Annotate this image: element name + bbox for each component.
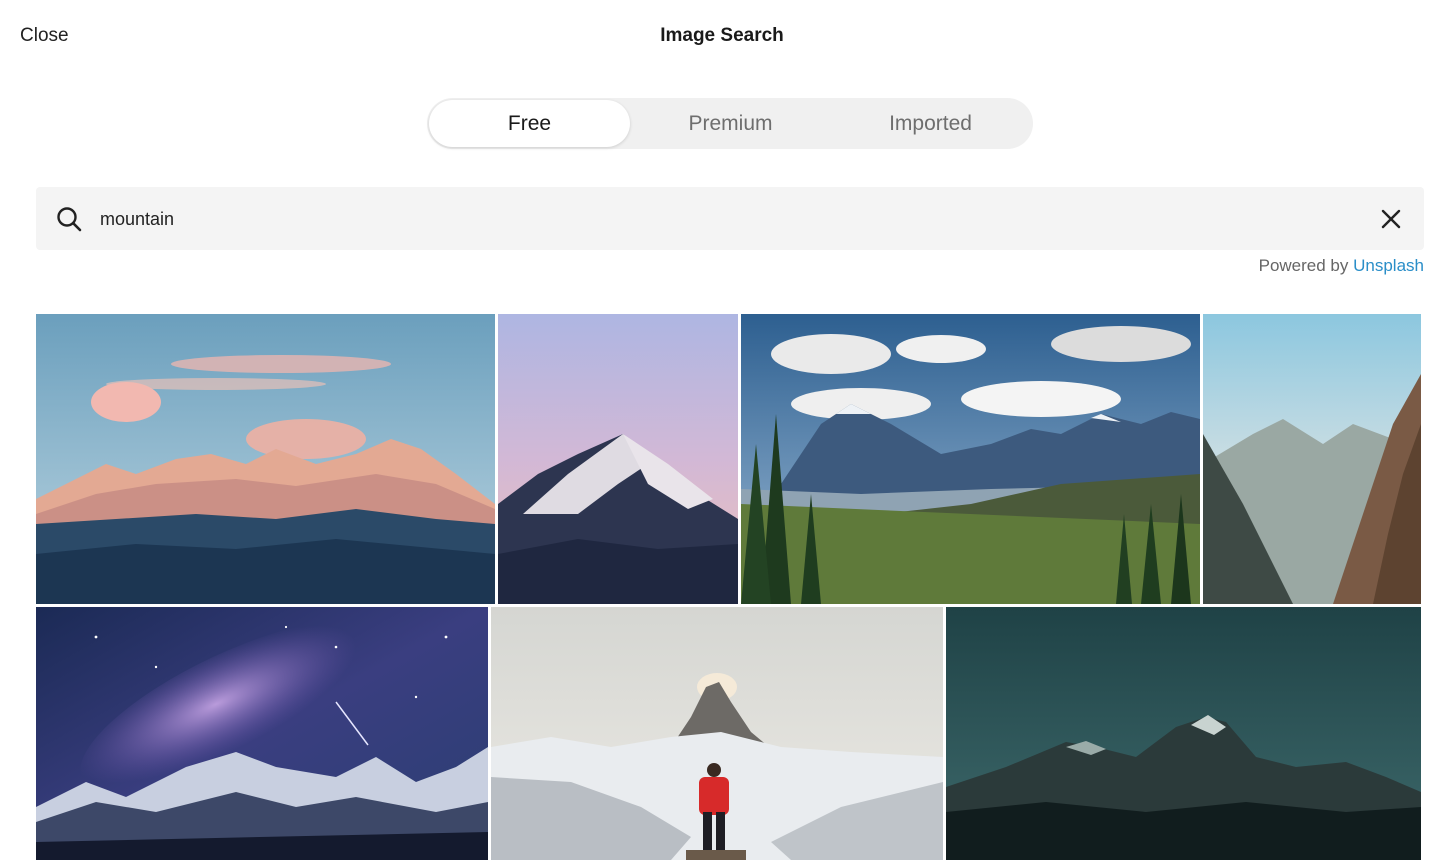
search-bar [36,187,1424,250]
attribution: Powered by Unsplash [1259,256,1424,276]
image-result[interactable] [741,314,1200,604]
pink-sky-peak-image [498,314,738,604]
tab-free[interactable]: Free [429,100,630,147]
night-mountains-image [946,607,1421,860]
tab-premium[interactable]: Premium [630,100,831,147]
pink-peaks-image [36,314,495,604]
image-result[interactable] [498,314,738,604]
page-title: Image Search [660,25,784,46]
image-result[interactable] [946,607,1421,860]
hiker-matterhorn-image [491,607,943,860]
image-result[interactable] [491,607,943,860]
search-input[interactable] [100,201,1350,237]
rocky-peaks-image [1203,314,1421,604]
valley-forest-image [741,314,1200,604]
image-result[interactable] [36,314,495,604]
top-bar: Close Image Search [0,0,1444,74]
source-tabs: Free Premium Imported [427,98,1033,149]
tab-imported[interactable]: Imported [830,100,1031,147]
close-icon[interactable] [1380,208,1402,230]
attribution-prefix: Powered by [1258,256,1349,275]
image-result[interactable] [36,607,488,860]
unsplash-link[interactable]: Unsplash [1353,256,1424,275]
image-result[interactable] [1203,314,1421,604]
milky-way-image [36,607,488,860]
search-icon [57,207,82,232]
